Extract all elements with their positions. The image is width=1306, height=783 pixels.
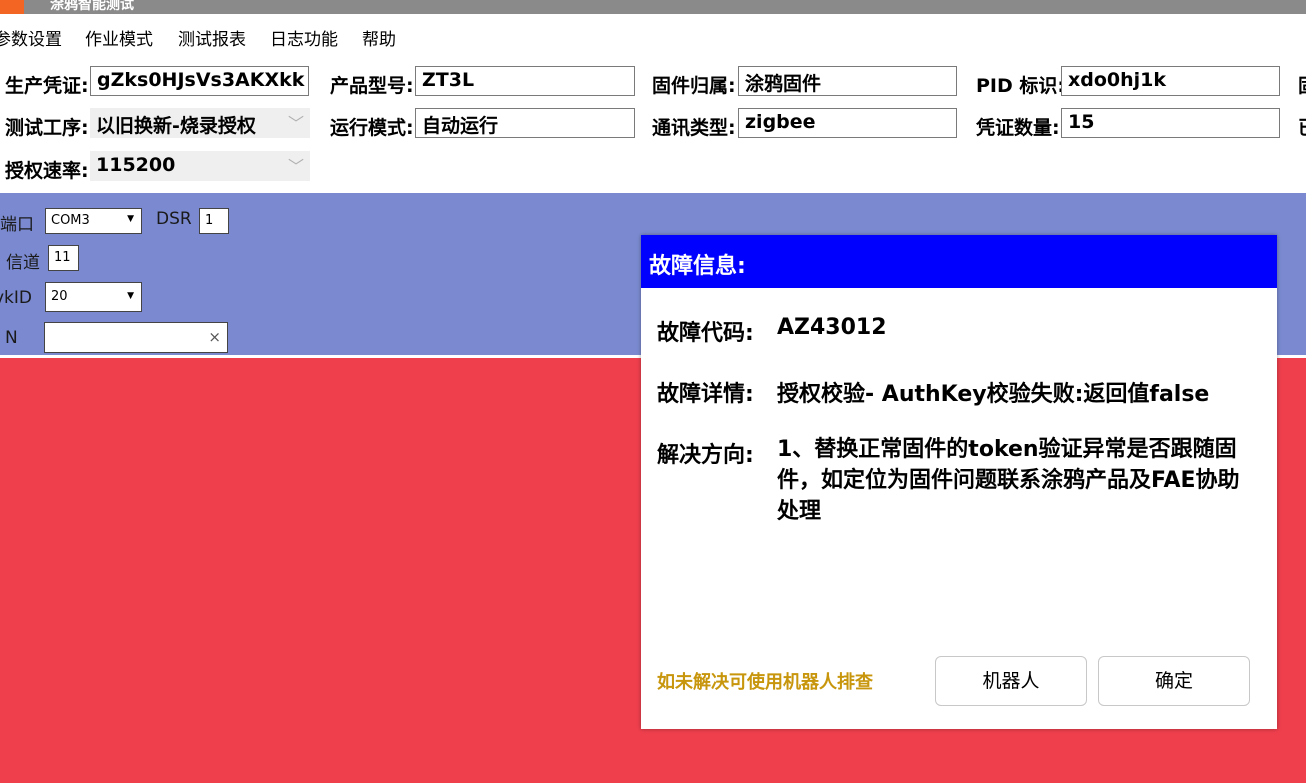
production-credential-field[interactable]: gZks0HJsVs3AKXkk — [90, 66, 309, 96]
test-process-select[interactable]: 以旧换新-烧录授权 ﹀ — [90, 108, 310, 138]
menu-item-settings[interactable]: 参数设置 — [0, 25, 62, 50]
fault-detail-label: 故障详情: — [657, 382, 754, 407]
port-label: 端口 — [0, 215, 34, 235]
chevron-down-icon: ﹀ — [287, 157, 304, 176]
sn-input[interactable]: × — [44, 322, 228, 353]
cut-label-1: 固 — [1298, 71, 1306, 98]
comm-type-label: 通讯类型: — [652, 117, 736, 139]
credential-count-label: 凭证数量: — [976, 117, 1060, 139]
comm-type-field[interactable]: zigbee — [738, 108, 957, 138]
auth-rate-select[interactable]: 115200 ﹀ — [90, 151, 310, 181]
credential-count-field[interactable]: 15 — [1061, 108, 1280, 138]
channel-label: 信道 — [6, 253, 40, 273]
firmware-owner-label: 固件归属: — [652, 75, 736, 97]
port-value: COM3 — [51, 213, 90, 228]
test-process-value: 以旧换新-烧录授权 — [96, 115, 256, 137]
fault-code-label: 故障代码: — [657, 321, 754, 346]
title-bar: 涂鸦智能测试 — [0, 0, 1306, 14]
pid-field[interactable]: xdo0hj1k — [1061, 66, 1280, 96]
fault-dialog: 故障信息: 故障代码: AZ43012 故障详情: 授权校验- AuthKey校… — [641, 235, 1277, 729]
fault-detail-value: 授权校验- AuthKey校验失败:返回值false — [777, 382, 1210, 407]
solution-label: 解决方向: — [657, 443, 754, 468]
menu-item-log[interactable]: 日志功能 — [270, 25, 338, 50]
firmware-owner-field[interactable]: 涂鸦固件 — [738, 66, 957, 96]
robot-hint: 如未解决可使用机器人排查 — [657, 672, 873, 693]
pid-label: PID 标识: — [976, 75, 1065, 97]
product-model-field[interactable]: ZT3L — [415, 66, 635, 96]
chevron-down-icon: ﹀ — [287, 114, 304, 133]
run-mode-label: 运行模式: — [330, 117, 414, 139]
run-mode-field[interactable]: 自动运行 — [415, 108, 635, 138]
app-logo-icon — [0, 0, 24, 14]
dsr-field[interactable]: 1 — [199, 208, 229, 234]
sn-label: N — [5, 328, 18, 348]
dropdown-arrow-icon: ▼ — [127, 291, 134, 301]
vkid-label: vkID — [0, 288, 33, 308]
menu-item-help[interactable]: 帮助 — [362, 25, 396, 50]
dropdown-arrow-icon: ▼ — [127, 214, 134, 224]
auth-rate-label: 授权速率: — [5, 160, 89, 182]
vkid-value: 20 — [51, 289, 68, 304]
product-model-label: 产品型号: — [330, 75, 414, 97]
ok-button[interactable]: 确定 — [1098, 656, 1250, 706]
menu-item-work-mode[interactable]: 作业模式 — [85, 25, 153, 50]
dialog-header: 故障信息: — [641, 235, 1277, 288]
fault-code-value: AZ43012 — [777, 315, 887, 340]
port-select[interactable]: COM3 ▼ — [45, 208, 142, 234]
auth-rate-value: 115200 — [96, 154, 176, 176]
dialog-title: 故障信息: — [649, 254, 746, 279]
production-credential-label: 生产凭证: — [5, 75, 89, 97]
menu-bar: 参数设置 作业模式 测试报表 日志功能 帮助 — [0, 16, 1306, 54]
menu-item-test-report[interactable]: 测试报表 — [178, 25, 246, 50]
close-icon[interactable]: × — [208, 328, 221, 346]
window-title: 涂鸦智能测试 — [50, 0, 134, 13]
dsr-label: DSR — [156, 209, 192, 229]
test-process-label: 测试工序: — [5, 117, 89, 139]
cut-label-2: 已 — [1298, 113, 1306, 140]
channel-field[interactable]: 11 — [48, 245, 79, 271]
vkid-select[interactable]: 20 ▼ — [45, 282, 142, 312]
robot-button[interactable]: 机器人 — [935, 656, 1087, 706]
solution-value: 1、替换正常固件的token验证异常是否跟随固件，如定位为固件问题联系涂鸦产品及… — [777, 437, 1240, 524]
